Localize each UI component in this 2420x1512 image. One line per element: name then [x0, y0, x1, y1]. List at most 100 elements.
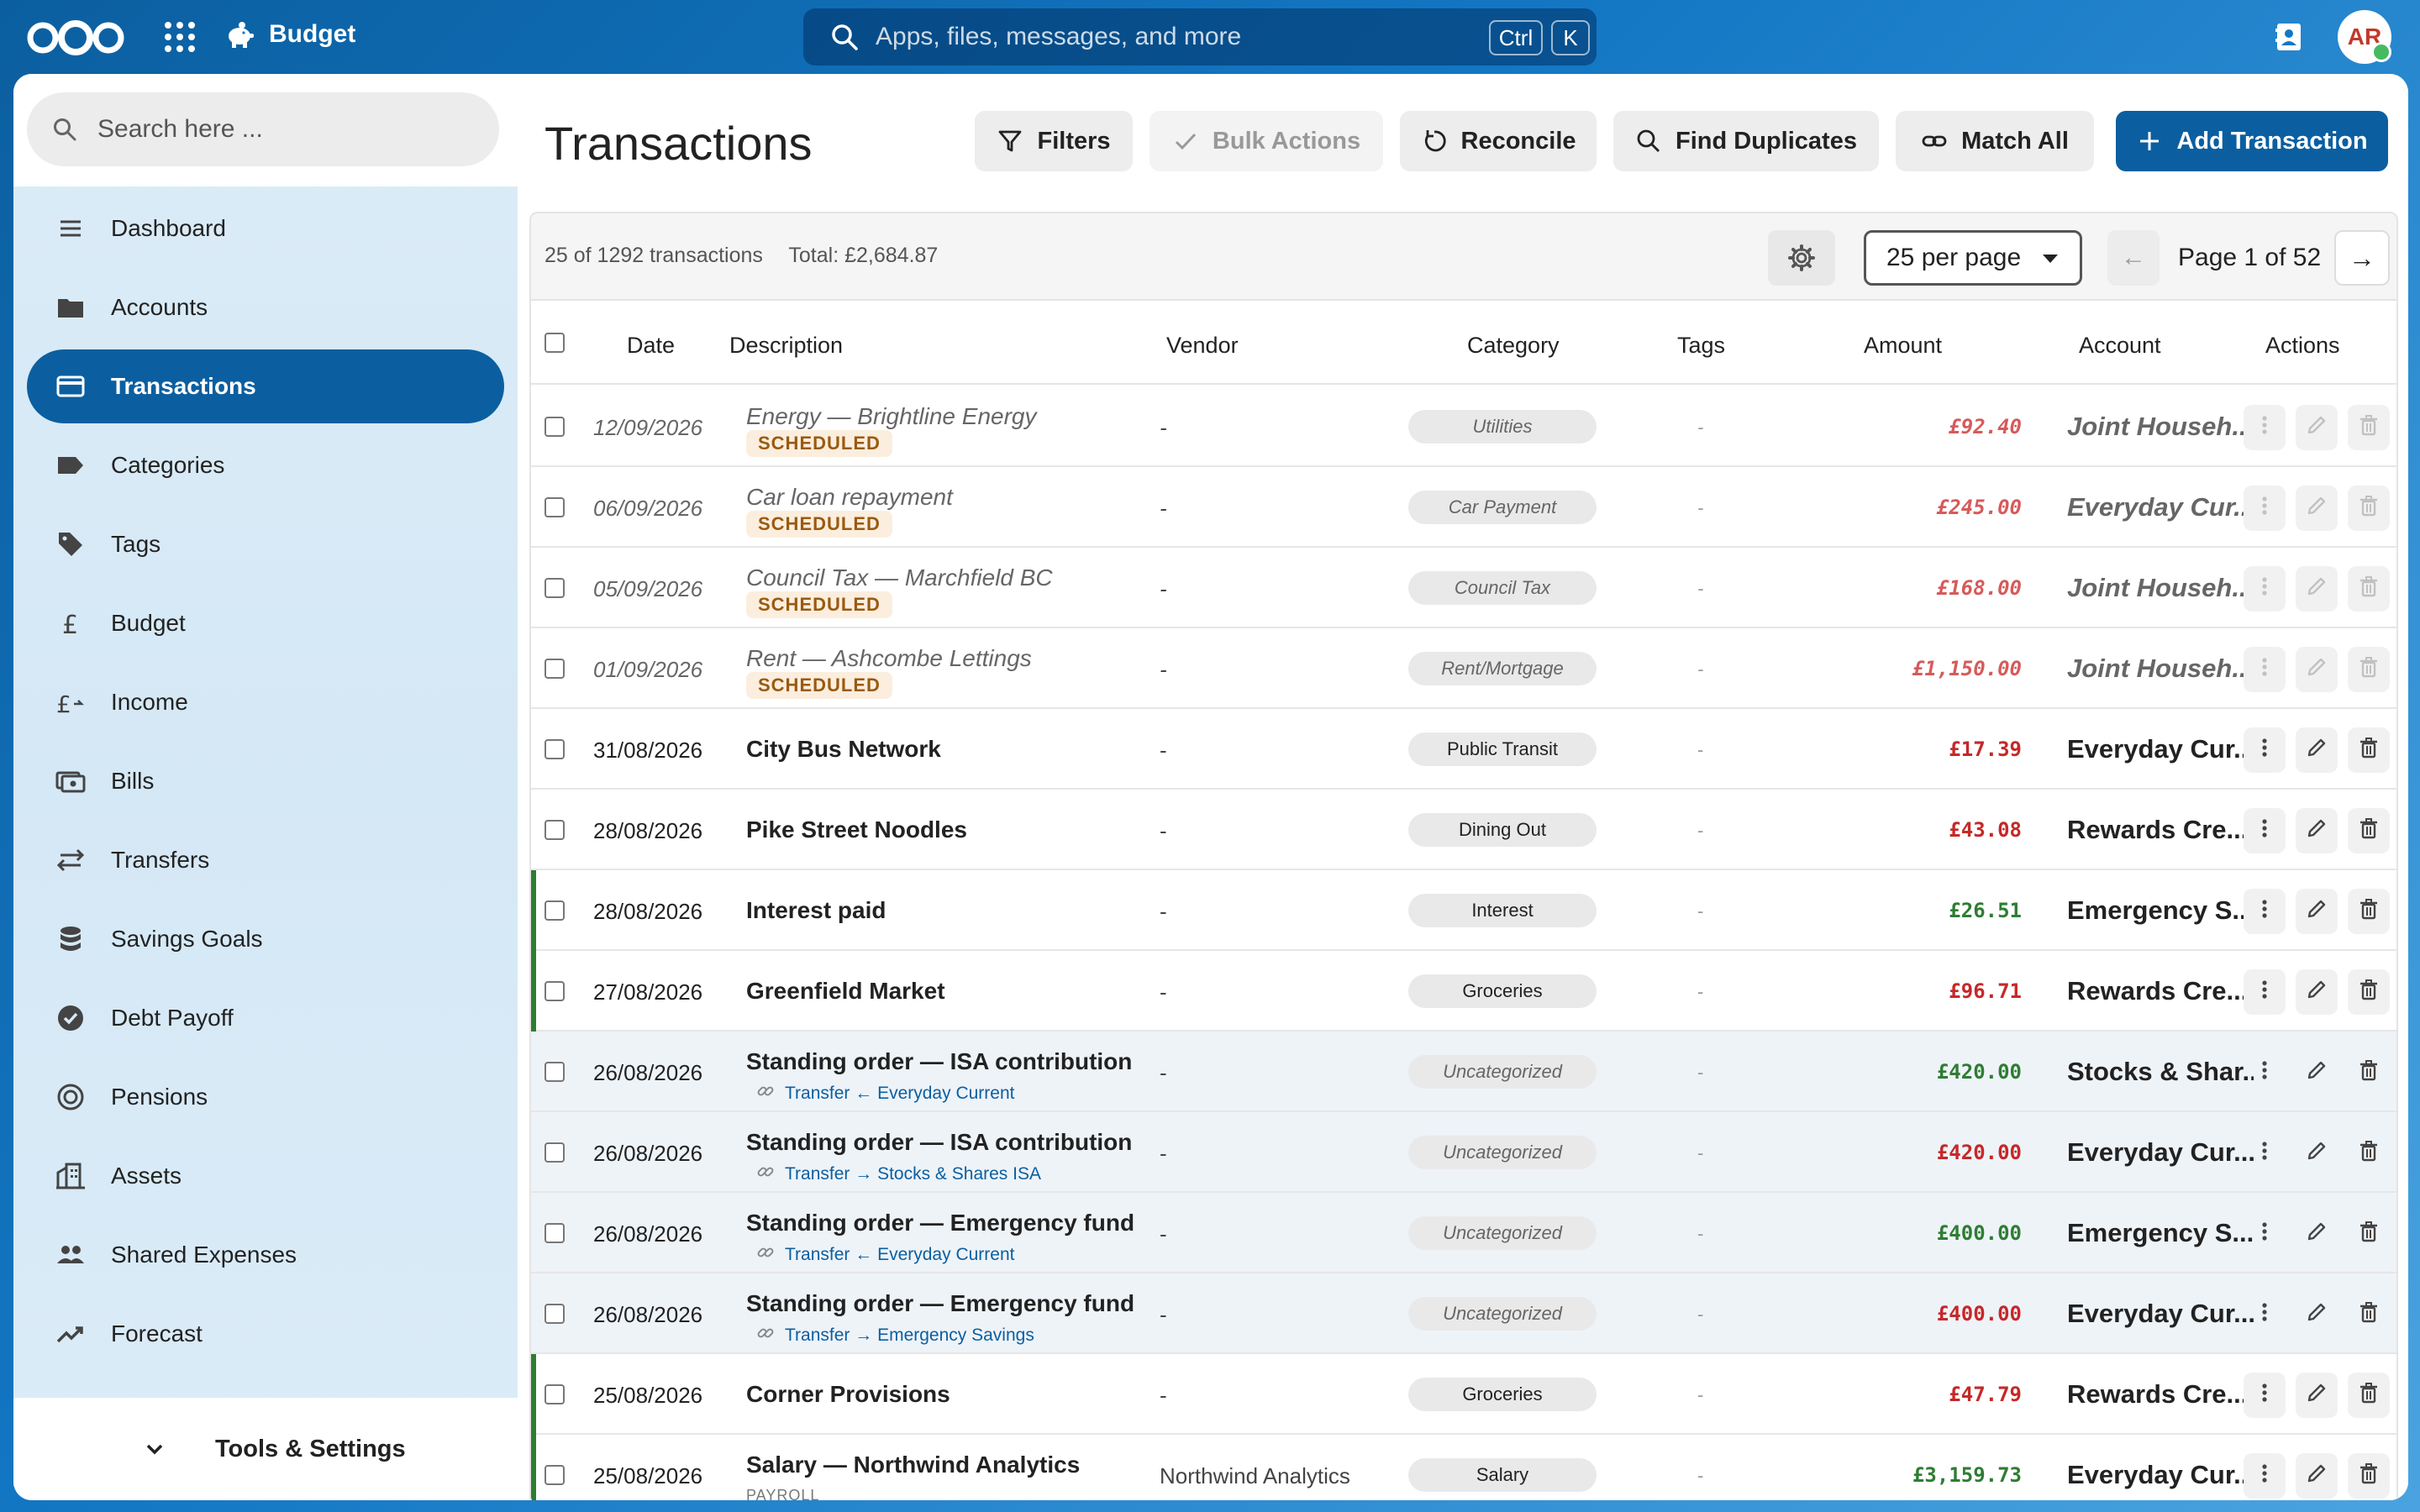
filters-button[interactable]: Filters [975, 111, 1133, 171]
row-description[interactable]: Pike Street Noodles [746, 816, 967, 843]
app-grid-icon[interactable] [165, 22, 195, 52]
row-checkbox[interactable] [544, 739, 565, 759]
row-menu-button[interactable] [2244, 405, 2286, 450]
table-row[interactable]: 26/08/2026 Standing order — ISA contribut… [531, 1112, 2396, 1193]
reconcile-button[interactable]: Reconcile [1400, 111, 1597, 171]
table-row[interactable]: 26/08/2026 Standing order — Emergency fun… [531, 1273, 2396, 1354]
delete-button[interactable] [2348, 969, 2390, 1015]
column-description[interactable]: Description [729, 333, 843, 359]
row-checkbox[interactable] [544, 1304, 565, 1324]
table-row[interactable]: 25/08/2026 Corner Provisions - Groceries - £4… [531, 1354, 2396, 1435]
category-badge[interactable]: Groceries [1408, 1378, 1597, 1411]
row-checkbox[interactable] [544, 900, 565, 921]
row-menu-button[interactable] [2244, 969, 2286, 1015]
delete-button[interactable] [2348, 1131, 2390, 1176]
table-row[interactable]: 05/09/2026 Council Tax — Marchfield BC SCH… [531, 548, 2396, 628]
category-badge[interactable]: Rent/Mortgage [1408, 652, 1597, 685]
select-all-checkbox[interactable] [544, 333, 565, 353]
contacts-icon[interactable] [2272, 20, 2306, 54]
column-date[interactable]: Date [627, 333, 675, 359]
edit-button[interactable] [2296, 727, 2338, 773]
row-checkbox[interactable] [544, 497, 565, 517]
delete-button[interactable] [2348, 486, 2390, 531]
edit-button[interactable] [2296, 1050, 2338, 1095]
per-page-select[interactable]: 25 per page [1864, 230, 2082, 286]
row-description[interactable]: Car loan repayment [746, 484, 953, 511]
edit-button[interactable] [2296, 405, 2338, 450]
sidebar-item-accounts[interactable]: Accounts [27, 270, 504, 344]
category-badge[interactable]: Interest [1408, 894, 1597, 927]
row-description[interactable]: Greenfield Market [746, 978, 945, 1005]
row-menu-button[interactable] [2244, 1050, 2286, 1095]
match-all-button[interactable]: Match All [1896, 111, 2094, 171]
category-badge[interactable]: Car Payment [1408, 491, 1597, 524]
category-badge[interactable]: Uncategorized [1408, 1055, 1597, 1089]
table-row[interactable]: 28/08/2026 Pike Street Noodles - Dining Out… [531, 790, 2396, 870]
transfer-link[interactable]: Transfer ← Everyday Current [756, 1082, 1014, 1105]
transfer-link[interactable]: Transfer ← Everyday Current [756, 1243, 1014, 1267]
row-menu-button[interactable] [2244, 1131, 2286, 1176]
delete-button[interactable] [2348, 1373, 2390, 1418]
category-badge[interactable]: Groceries [1408, 974, 1597, 1008]
next-page-button[interactable]: → [2334, 230, 2390, 286]
category-badge[interactable]: Dining Out [1408, 813, 1597, 847]
find-duplicates-button[interactable]: Find Duplicates [1613, 111, 1879, 171]
row-menu-button[interactable] [2244, 647, 2286, 692]
category-badge[interactable]: Salary [1408, 1458, 1597, 1492]
category-badge[interactable]: Uncategorized [1408, 1297, 1597, 1331]
edit-button[interactable] [2296, 1131, 2338, 1176]
row-description[interactable]: Corner Provisions [746, 1381, 950, 1408]
row-checkbox[interactable] [544, 981, 565, 1001]
table-row[interactable]: 26/08/2026 Standing order — Emergency fun… [531, 1193, 2396, 1273]
row-description[interactable]: Standing order — Emergency fund [746, 1290, 1134, 1317]
delete-button[interactable] [2348, 808, 2390, 853]
sidebar-item-forecast[interactable]: Forecast [27, 1297, 504, 1371]
table-row[interactable]: 26/08/2026 Standing order — ISA contribut… [531, 1032, 2396, 1112]
category-badge[interactable]: Uncategorized [1408, 1136, 1597, 1169]
row-description[interactable]: Standing order — ISA contribution [746, 1129, 1132, 1156]
column-account[interactable]: Account [2079, 333, 2161, 359]
row-checkbox[interactable] [544, 820, 565, 840]
sidebar-item-pensions[interactable]: Pensions [27, 1060, 504, 1134]
edit-button[interactable] [2296, 1211, 2338, 1257]
row-checkbox[interactable] [544, 1465, 565, 1485]
row-menu-button[interactable] [2244, 889, 2286, 934]
sidebar-item-transactions[interactable]: Transactions [27, 349, 504, 423]
column-tags[interactable]: Tags [1677, 333, 1725, 359]
transfer-link[interactable]: Transfer → Emergency Savings [756, 1324, 1034, 1347]
table-row[interactable]: 12/09/2026 Energy — Brightline Energy SCHE… [531, 386, 2396, 467]
tools-settings-toggle[interactable]: Tools & Settings [13, 1398, 518, 1500]
row-description[interactable]: Energy — Brightline Energy [746, 403, 1037, 430]
delete-button[interactable] [2348, 566, 2390, 612]
row-checkbox[interactable] [544, 578, 565, 598]
sidebar-item-assets[interactable]: Assets [27, 1139, 504, 1213]
row-description[interactable]: Standing order — Emergency fund [746, 1210, 1134, 1236]
category-badge[interactable]: Utilities [1408, 410, 1597, 444]
delete-button[interactable] [2348, 1453, 2390, 1499]
column-category[interactable]: Category [1467, 333, 1560, 359]
table-row[interactable]: 25/08/2026 Salary — Northwind Analytics PA… [531, 1435, 2396, 1500]
table-row[interactable]: 27/08/2026 Greenfield Market - Groceries - £9… [531, 951, 2396, 1032]
row-description[interactable]: Council Tax — Marchfield BC [746, 564, 1053, 591]
table-row[interactable]: 28/08/2026 Interest paid - Interest - £26.51 E… [531, 870, 2396, 951]
previous-page-button[interactable]: ← [2107, 230, 2160, 286]
row-menu-button[interactable] [2244, 1211, 2286, 1257]
edit-button[interactable] [2296, 969, 2338, 1015]
row-checkbox[interactable] [544, 1223, 565, 1243]
sidebar-item-bills[interactable]: Bills [27, 744, 504, 818]
sidebar-item-dashboard[interactable]: Dashboard [27, 192, 504, 265]
row-checkbox[interactable] [544, 1384, 565, 1404]
table-row[interactable]: 06/09/2026 Car loan repayment SCHEDULED - Ca… [531, 467, 2396, 548]
edit-button[interactable] [2296, 647, 2338, 692]
delete-button[interactable] [2348, 1050, 2390, 1095]
row-description[interactable]: City Bus Network [746, 736, 941, 763]
edit-button[interactable] [2296, 1373, 2338, 1418]
category-badge[interactable]: Public Transit [1408, 732, 1597, 766]
table-row[interactable]: 01/09/2026 Rent — Ashcombe Lettings SCHEDU… [531, 628, 2396, 709]
row-checkbox[interactable] [544, 417, 565, 437]
sidebar-item-transfers[interactable]: Transfers [27, 823, 504, 897]
row-description[interactable]: Standing order — ISA contribution [746, 1048, 1132, 1075]
sidebar-item-income[interactable]: £ Income [27, 665, 504, 739]
bulk-actions-button[interactable]: Bulk Actions [1150, 111, 1383, 171]
row-menu-button[interactable] [2244, 566, 2286, 612]
